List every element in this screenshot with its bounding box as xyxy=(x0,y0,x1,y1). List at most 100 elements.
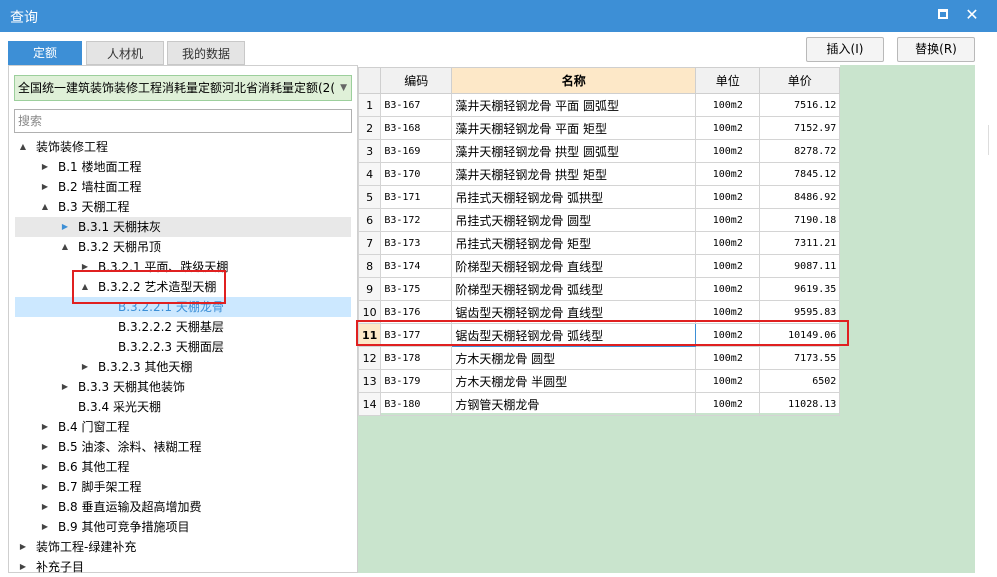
search-input[interactable]: 搜索 xyxy=(14,109,352,133)
expand-arrow-icon[interactable]: ▶ xyxy=(18,537,28,557)
row-index[interactable]: 4 xyxy=(357,162,382,186)
expand-arrow-icon[interactable]: ▶ xyxy=(80,357,90,377)
unit-cell[interactable]: 100m2 xyxy=(695,277,761,301)
expand-arrow-icon[interactable]: ▶ xyxy=(60,377,70,397)
tree-item[interactable]: ▶ B.2 墙柱面工程 xyxy=(15,177,351,197)
unit-cell[interactable]: 100m2 xyxy=(695,93,761,117)
name-cell[interactable]: 方钢管天棚龙骨 xyxy=(451,392,697,416)
name-cell[interactable]: 阶梯型天棚轻钢龙骨 直线型 xyxy=(451,254,697,278)
unit-cell[interactable]: 100m2 xyxy=(695,254,761,278)
expand-arrow-icon[interactable]: ▶ xyxy=(40,517,50,537)
column-header-name[interactable]: 名称 xyxy=(451,67,697,94)
tree-item[interactable]: ▶ 装饰工程-绿建补充 xyxy=(15,537,351,557)
table-row[interactable]: 4 B3-170 藻井天棚轻钢龙骨 拱型 矩型 100m2 7845.12 xyxy=(357,162,841,186)
name-cell[interactable]: 阶梯型天棚轻钢龙骨 弧线型 xyxy=(451,277,697,301)
replace-button[interactable]: 替换(R) xyxy=(897,37,975,62)
price-cell[interactable]: 7152.97 xyxy=(759,116,841,140)
code-cell[interactable]: B3-173 xyxy=(380,231,453,255)
collapse-arrow-icon[interactable]: ▲ xyxy=(40,197,50,217)
tree-item[interactable]: ▲ B.3.2 天棚吊顶 xyxy=(15,237,351,257)
tree-item[interactable]: ▶ B.8 垂直运输及超高增加费 xyxy=(15,497,351,517)
price-cell[interactable]: 7173.55 xyxy=(759,346,841,370)
close-icon[interactable]: ✕ xyxy=(962,4,982,26)
name-cell[interactable]: 藻井天棚轻钢龙骨 平面 矩型 xyxy=(451,116,697,140)
expand-arrow-icon[interactable]: ▶ xyxy=(40,177,50,197)
row-index[interactable]: 12 xyxy=(357,346,382,370)
tree-item[interactable]: ▶ B.7 脚手架工程 xyxy=(15,477,351,497)
code-cell[interactable]: B3-172 xyxy=(380,208,453,232)
code-cell[interactable]: B3-171 xyxy=(380,185,453,209)
tree-item[interactable]: B.3.4 采光天棚 xyxy=(15,397,351,417)
row-index[interactable]: 14 xyxy=(357,392,382,416)
price-cell[interactable]: 7845.12 xyxy=(759,162,841,186)
expand-arrow-icon[interactable]: ▶ xyxy=(40,457,50,477)
row-index[interactable]: 7 xyxy=(357,231,382,255)
tree-item[interactable]: ▶ B.9 其他可竞争措施项目 xyxy=(15,517,351,537)
unit-cell[interactable]: 100m2 xyxy=(695,231,761,255)
code-cell[interactable]: B3-178 xyxy=(380,346,453,370)
table-row[interactable]: 8 B3-174 阶梯型天棚轻钢龙骨 直线型 100m2 9087.11 xyxy=(357,254,841,278)
code-cell[interactable]: B3-168 xyxy=(380,116,453,140)
expand-arrow-icon[interactable]: ▶ xyxy=(40,477,50,497)
unit-cell[interactable]: 100m2 xyxy=(695,162,761,186)
price-cell[interactable]: 7311.21 xyxy=(759,231,841,255)
table-row[interactable]: 6 B3-172 吊挂式天棚轻钢龙骨 圆型 100m2 7190.18 xyxy=(357,208,841,232)
name-cell[interactable]: 方木天棚龙骨 圆型 xyxy=(451,346,697,370)
unit-cell[interactable]: 100m2 xyxy=(695,392,761,416)
tree-item[interactable]: ▲ 装饰装修工程 xyxy=(15,137,351,157)
code-cell[interactable]: B3-170 xyxy=(380,162,453,186)
table-row[interactable]: 12 B3-178 方木天棚龙骨 圆型 100m2 7173.55 xyxy=(357,346,841,370)
tree-item[interactable]: ▲ B.3 天棚工程 xyxy=(15,197,351,217)
price-cell[interactable]: 8278.72 xyxy=(759,139,841,163)
row-index[interactable]: 3 xyxy=(357,139,382,163)
expand-arrow-icon[interactable]: ▶ xyxy=(60,217,70,237)
price-cell[interactable]: 7190.18 xyxy=(759,208,841,232)
name-cell[interactable]: 藻井天棚轻钢龙骨 拱型 矩型 xyxy=(451,162,697,186)
chevron-down-icon[interactable]: ▼ xyxy=(340,76,347,100)
table-row[interactable]: 5 B3-171 吊挂式天棚轻钢龙骨 弧拱型 100m2 8486.92 xyxy=(357,185,841,209)
row-index[interactable]: 6 xyxy=(357,208,382,232)
price-cell[interactable]: 6502 xyxy=(759,369,841,393)
collapse-arrow-icon[interactable]: ▲ xyxy=(60,237,70,257)
tab-my-data[interactable]: 我的数据 xyxy=(167,41,245,65)
code-cell[interactable]: B3-167 xyxy=(380,93,453,117)
row-index[interactable]: 2 xyxy=(357,116,382,140)
column-header-price[interactable]: 单价 xyxy=(759,67,841,94)
expand-arrow-icon[interactable]: ▶ xyxy=(18,557,28,577)
name-cell[interactable]: 吊挂式天棚轻钢龙骨 弧拱型 xyxy=(451,185,697,209)
name-cell[interactable]: 藻井天棚轻钢龙骨 拱型 圆弧型 xyxy=(451,139,697,163)
unit-cell[interactable]: 100m2 xyxy=(695,208,761,232)
tree-item[interactable]: ▶ 补充子目 xyxy=(15,557,351,577)
code-cell[interactable]: B3-169 xyxy=(380,139,453,163)
tab-quota[interactable]: 定额 xyxy=(8,41,82,65)
insert-button[interactable]: 插入(I) xyxy=(806,37,884,62)
expand-arrow-icon[interactable]: ▶ xyxy=(40,437,50,457)
table-row[interactable]: 13 B3-179 方木天棚龙骨 半圆型 100m2 6502 xyxy=(357,369,841,393)
tree-item[interactable]: ▶ B.3.3 天棚其他装饰 xyxy=(15,377,351,397)
name-cell[interactable]: 方木天棚龙骨 半圆型 xyxy=(451,369,697,393)
tree-item[interactable]: ▶ B.3.1 天棚抹灰 xyxy=(15,217,351,237)
code-cell[interactable]: B3-175 xyxy=(380,277,453,301)
name-cell[interactable]: 吊挂式天棚轻钢龙骨 圆型 xyxy=(451,208,697,232)
price-cell[interactable]: 8486.92 xyxy=(759,185,841,209)
tree-item[interactable]: ▶ B.1 楼地面工程 xyxy=(15,157,351,177)
tree-item[interactable]: ▶ B.5 油漆、涂料、裱糊工程 xyxy=(15,437,351,457)
table-row[interactable]: 2 B3-168 藻井天棚轻钢龙骨 平面 矩型 100m2 7152.97 xyxy=(357,116,841,140)
row-index[interactable]: 1 xyxy=(357,93,382,117)
column-header-code[interactable]: 编码 xyxy=(380,67,453,94)
quota-selector[interactable]: 全国统一建筑装饰装修工程消耗量定额河北省消耗量定额(2( ▼ xyxy=(14,75,352,101)
name-cell[interactable]: 吊挂式天棚轻钢龙骨 矩型 xyxy=(451,231,697,255)
tree-item[interactable]: ▶ B.4 门窗工程 xyxy=(15,417,351,437)
tree-item[interactable]: B.3.2.2.3 天棚面层 xyxy=(15,337,351,357)
table-row[interactable]: 3 B3-169 藻井天棚轻钢龙骨 拱型 圆弧型 100m2 8278.72 xyxy=(357,139,841,163)
unit-cell[interactable]: 100m2 xyxy=(695,369,761,393)
unit-cell[interactable]: 100m2 xyxy=(695,139,761,163)
table-row[interactable]: 1 B3-167 藻井天棚轻钢龙骨 平面 圆弧型 100m2 7516.12 xyxy=(357,93,841,117)
column-header-unit[interactable]: 单位 xyxy=(695,67,761,94)
tree-item[interactable]: ▶ B.3.2.3 其他天棚 xyxy=(15,357,351,377)
tab-labor-material[interactable]: 人材机 xyxy=(86,41,164,65)
price-cell[interactable]: 11028.13 xyxy=(759,392,841,416)
row-index[interactable]: 5 xyxy=(357,185,382,209)
expand-arrow-icon[interactable]: ▶ xyxy=(40,417,50,437)
unit-cell[interactable]: 100m2 xyxy=(695,346,761,370)
